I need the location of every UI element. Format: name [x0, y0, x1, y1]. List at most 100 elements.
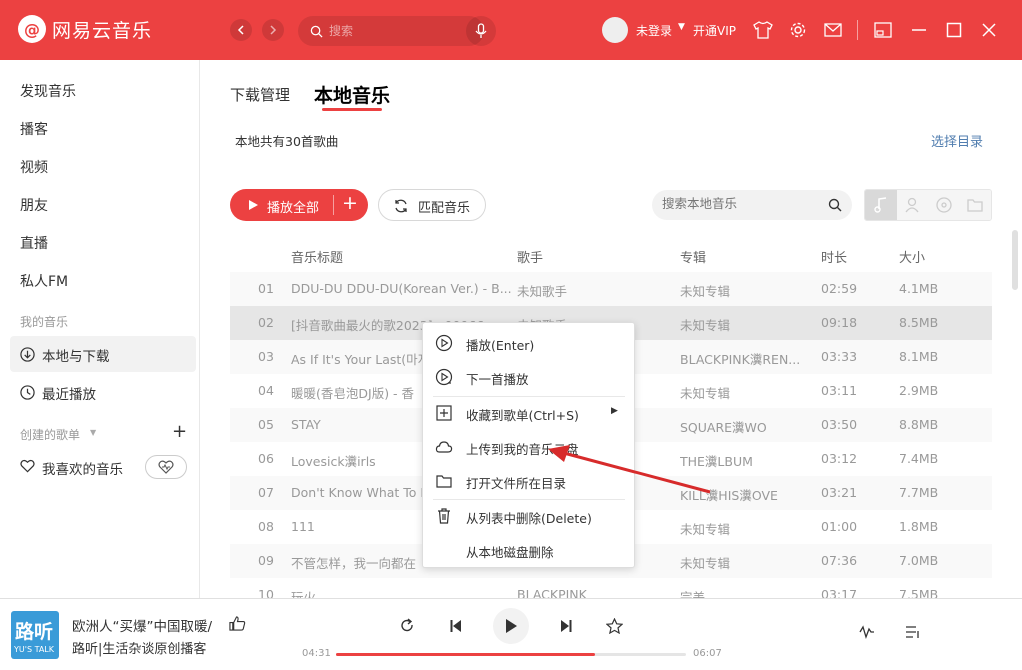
song-title: Lovesick瀵irls: [291, 454, 376, 469]
song-artist: 未知歌手: [517, 284, 568, 299]
sidebar-item-live[interactable]: 直播: [20, 233, 48, 253]
play-next-icon: [435, 368, 453, 386]
add-box-icon: [436, 405, 452, 421]
maximize-icon: [946, 22, 962, 38]
sidebar-item-video[interactable]: 视频: [20, 157, 48, 177]
column-header-size[interactable]: 大小: [899, 247, 925, 266]
song-size: 7.0MB: [899, 553, 939, 568]
caret-down-icon[interactable]: ▼: [678, 22, 685, 32]
song-size: 4.1MB: [899, 281, 939, 296]
view-folders-button[interactable]: [959, 190, 991, 220]
forward-button[interactable]: [262, 19, 284, 41]
scrollbar[interactable]: [1012, 230, 1018, 290]
song-size: 7.7MB: [899, 485, 939, 500]
sidebar-item-friends[interactable]: 朋友: [20, 195, 48, 215]
row-number: 09: [258, 553, 274, 568]
play-all-label: 播放全部: [267, 201, 320, 216]
search-box[interactable]: [298, 16, 484, 46]
mail-icon: [824, 23, 842, 37]
match-music-button[interactable]: 匹配音乐: [378, 189, 486, 221]
caret-down-icon[interactable]: ▼: [90, 428, 96, 437]
sidebar-item-favorite[interactable]: 我喜欢的音乐: [42, 458, 123, 478]
choose-directory-link[interactable]: 选择目录: [931, 131, 983, 150]
now-playing-title[interactable]: 欧洲人“买爆”中国取暖/: [72, 615, 226, 635]
search-icon[interactable]: [828, 198, 842, 212]
tab-local-music[interactable]: 本地音乐: [314, 81, 390, 108]
song-count-summary: 本地共有30首歌曲: [235, 134, 339, 149]
table-row[interactable]: 01 DDU-DU DDU-DU(Korean Ver.) - B... 未知歌手 未…: [230, 272, 992, 306]
netease-logo-icon: @: [18, 15, 46, 43]
next-track-icon[interactable]: [559, 619, 573, 633]
play-icon: [506, 619, 517, 633]
microphone-icon: [475, 23, 487, 38]
heartbeat-mode-button[interactable]: [145, 455, 187, 479]
search-input[interactable]: [329, 24, 469, 38]
minimize-button[interactable]: [908, 19, 930, 41]
repeat-icon[interactable]: [399, 618, 415, 634]
avatar[interactable]: [602, 17, 628, 43]
context-menu-play[interactable]: 播放(Enter): [423, 326, 634, 360]
local-search-input[interactable]: [662, 196, 812, 211]
progress-bar[interactable]: [336, 653, 686, 656]
heart-icon: [20, 459, 35, 473]
sidebar-item-discover[interactable]: 发现音乐: [20, 81, 76, 101]
song-size: 8.1MB: [899, 349, 939, 364]
album-cover[interactable]: 路听 YU'S TALK: [11, 611, 59, 659]
star-icon[interactable]: [606, 618, 623, 634]
song-size: 8.8MB: [899, 417, 939, 432]
context-menu-label: 播放(Enter): [466, 338, 535, 353]
column-header-album[interactable]: 专辑: [680, 247, 706, 266]
skin-button[interactable]: [752, 19, 774, 41]
cover-title: 路听: [15, 621, 54, 643]
context-menu-label: 从本地磁盘删除: [466, 545, 554, 560]
tab-indicator: [322, 108, 382, 111]
tab-download-manage[interactable]: 下载管理: [230, 84, 290, 105]
mini-window-icon: [874, 22, 892, 38]
annotation-arrow: [548, 445, 711, 494]
sidebar-item-local-label: 本地与下载: [42, 349, 110, 365]
context-menu-add-to-playlist[interactable]: 收藏到歌单(Ctrl+S) ▶: [423, 396, 634, 430]
voice-search-button[interactable]: [466, 16, 496, 46]
column-header-artist[interactable]: 歌手: [517, 247, 543, 266]
previous-track-icon[interactable]: [449, 619, 463, 633]
play-pause-button[interactable]: [493, 608, 529, 644]
sidebar-item-fm[interactable]: 私人FM: [20, 271, 68, 291]
add-playlist-icon[interactable]: +: [172, 421, 187, 442]
add-to-queue-icon[interactable]: +: [342, 192, 358, 214]
sidebar-item-recent[interactable]: 最近播放: [42, 383, 96, 403]
song-title: 暖暖(香皂泡DJ版) - 香: [291, 386, 415, 401]
local-search-box[interactable]: [652, 190, 852, 220]
mini-mode-button[interactable]: [872, 19, 894, 41]
sound-effect-icon[interactable]: [858, 623, 876, 641]
view-albums-button[interactable]: [928, 190, 960, 220]
row-number: 06: [258, 451, 274, 466]
view-artists-button[interactable]: [896, 190, 928, 220]
context-menu-remove-from-list[interactable]: 从列表中删除(Delete): [423, 499, 634, 533]
settings-button[interactable]: [787, 19, 809, 41]
music-note-icon: [874, 197, 886, 213]
column-header-title[interactable]: 音乐标题: [291, 247, 343, 266]
column-header-duration[interactable]: 时长: [821, 247, 847, 266]
sidebar-item-podcast[interactable]: 播客: [20, 119, 48, 139]
play-icon: [249, 200, 258, 210]
mail-button[interactable]: [822, 19, 844, 41]
context-menu-delete-from-disk[interactable]: 从本地磁盘删除: [423, 533, 634, 567]
like-icon[interactable]: [229, 615, 246, 632]
play-all-button[interactable]: 播放全部 +: [230, 189, 368, 221]
now-playing-artist[interactable]: 路听|生活杂谈原创播客: [72, 638, 206, 657]
app-logo[interactable]: @ 网易云音乐: [18, 15, 152, 43]
playlist-icon[interactable]: [904, 623, 922, 641]
player-bar: 路听 YU'S TALK 欧洲人“买爆”中国取暖/ 路听|生活杂谈原创播客 04…: [0, 598, 1022, 670]
login-link[interactable]: 未登录: [636, 22, 672, 39]
maximize-button[interactable]: [943, 19, 965, 41]
song-album: 未知专辑: [680, 284, 731, 299]
close-button[interactable]: [978, 19, 1000, 41]
back-button[interactable]: [230, 19, 252, 41]
context-menu-label: 从列表中删除(Delete): [466, 511, 592, 526]
vip-link[interactable]: 开通VIP: [693, 22, 736, 39]
chevron-left-icon: [237, 25, 244, 35]
context-menu-play-next[interactable]: 下一首播放: [423, 360, 634, 394]
history-icon: [20, 385, 35, 400]
view-songs-button[interactable]: [865, 190, 897, 220]
row-number: 02: [258, 315, 274, 330]
